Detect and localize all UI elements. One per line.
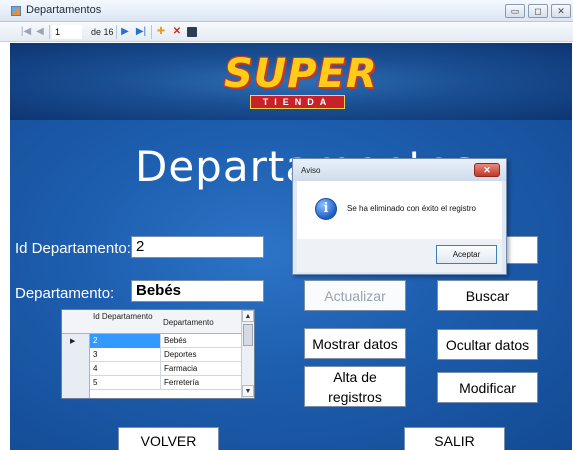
position-input[interactable]: 1 xyxy=(52,25,82,39)
move-next-button[interactable]: ▶ xyxy=(119,25,131,39)
logo-tienda: TIENDA xyxy=(250,95,345,109)
cell-departamento[interactable]: Farmacia xyxy=(160,362,242,376)
aviso-dialog: Aviso ✕ i Se ha eliminado con éxito el r… xyxy=(292,158,507,275)
id-departamento-field[interactable]: 2 xyxy=(131,236,264,258)
column-header-departamento[interactable]: Departamento xyxy=(160,310,242,334)
minimize-button[interactable]: ▭ xyxy=(505,4,525,18)
ocultar-datos-button[interactable]: Ocultar datos xyxy=(437,329,538,360)
mostrar-datos-button[interactable]: Mostrar datos xyxy=(304,328,406,359)
nav-separator xyxy=(116,25,117,39)
cell-id[interactable]: 2 xyxy=(90,334,160,348)
volver-button[interactable]: VOLVER xyxy=(118,427,219,450)
grid-header: Id Departamento Departamento xyxy=(62,310,242,334)
table-row[interactable]: 5 Ferretería xyxy=(90,376,242,390)
cell-departamento[interactable]: Deportes xyxy=(160,348,242,362)
title-bar: Departamentos ▭ ◻ ✕ xyxy=(0,0,573,22)
dialog-body: i Se ha eliminado con éxito el registro xyxy=(297,181,502,239)
close-button[interactable]: ✕ xyxy=(551,4,571,18)
cell-departamento[interactable]: Bebés xyxy=(160,334,242,348)
cell-id[interactable]: 3 xyxy=(90,348,160,362)
binding-navigator: |◀ ◀ 1 de 16 ▶ ▶| ✚ ✕ xyxy=(0,22,573,42)
nav-separator xyxy=(49,25,50,39)
cell-departamento[interactable]: Ferretería xyxy=(160,376,242,390)
departamentos-window: Departamentos ▭ ◻ ✕ |◀ ◀ 1 de 16 ▶ ▶| ✚ … xyxy=(0,0,573,450)
grid-scrollbar[interactable]: ▲ ▼ xyxy=(241,310,254,398)
actualizar-button[interactable]: Actualizar xyxy=(304,280,406,311)
move-last-button[interactable]: ▶| xyxy=(135,25,147,39)
move-previous-button[interactable]: ◀ xyxy=(34,25,46,39)
add-new-icon[interactable]: ✚ xyxy=(155,25,167,39)
aceptar-button[interactable]: Aceptar xyxy=(436,245,497,264)
departamento-field[interactable]: Bebés xyxy=(131,280,264,302)
record-count: de 16 xyxy=(91,27,114,37)
scroll-down-icon[interactable]: ▼ xyxy=(242,385,254,397)
dialog-message: Se ha eliminado con éxito el registro xyxy=(347,204,476,213)
alta-registros-button[interactable]: Alta de registros xyxy=(304,366,406,407)
table-row[interactable]: 3 Deportes xyxy=(90,348,242,362)
departamentos-grid[interactable]: Id Departamento Departamento ▶ 2 Bebés 3… xyxy=(61,309,255,399)
buscar-button[interactable]: Buscar xyxy=(437,280,538,311)
scroll-up-icon[interactable]: ▲ xyxy=(242,310,254,322)
id-departamento-label: Id Departamento: xyxy=(15,240,131,257)
delete-icon[interactable]: ✕ xyxy=(171,25,183,39)
cell-id[interactable]: 4 xyxy=(90,362,160,376)
cell-id[interactable]: 5 xyxy=(90,376,160,390)
table-row[interactable]: 4 Farmacia xyxy=(90,362,242,376)
departamento-label: Departamento: xyxy=(15,285,115,302)
table-row[interactable]: 2 Bebés xyxy=(90,334,242,348)
save-icon[interactable] xyxy=(187,27,197,37)
column-header-id[interactable]: Id Departamento xyxy=(90,310,160,334)
move-first-button[interactable]: |◀ xyxy=(20,25,32,39)
salir-button[interactable]: SALIR xyxy=(404,427,505,450)
scroll-thumb[interactable] xyxy=(243,324,253,346)
info-icon: i xyxy=(315,198,337,220)
modificar-button[interactable]: Modificar xyxy=(437,372,538,403)
window-title: Departamentos xyxy=(26,4,102,16)
dialog-close-button[interactable]: ✕ xyxy=(474,163,500,177)
maximize-button[interactable]: ◻ xyxy=(528,4,548,18)
store-banner: SUPER TIENDA xyxy=(10,43,572,120)
logo-super: SUPER xyxy=(224,51,378,97)
current-row-indicator: ▶ xyxy=(70,338,76,345)
app-icon xyxy=(11,6,21,16)
nav-separator xyxy=(151,25,152,39)
